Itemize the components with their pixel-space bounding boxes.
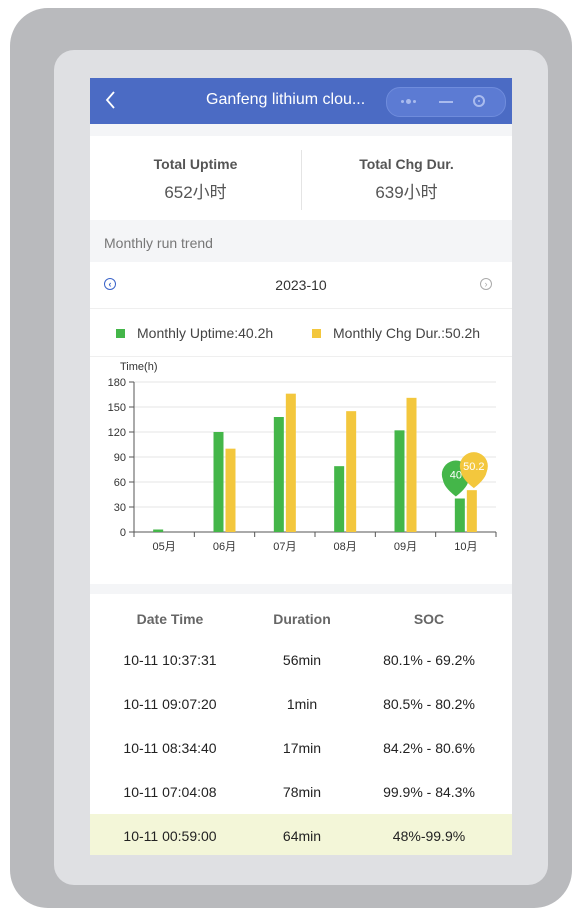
trend-card: ‹ 2023-10 › Monthly Uptime:40.2h Monthly… [90, 262, 512, 584]
cell-duration: 64min [282, 828, 322, 844]
bar-charge [466, 490, 477, 532]
table-row[interactable]: 10-11 10:37:31 56min 80.1% - 69.2% [90, 638, 512, 683]
total-uptime: Total Uptime 652小时 [90, 136, 301, 220]
legend-charge-swatch [312, 329, 321, 338]
legend-uptime-label: Monthly Uptime:40.2h [137, 325, 274, 341]
y-tick-label: 120 [108, 427, 126, 439]
total-uptime-value: 652小时 [164, 183, 227, 202]
x-tick-label: 05月 [153, 541, 176, 553]
records-table: Date Time Duration SOC 10-11 10:37:31 56… [90, 594, 512, 855]
navigation-bar: Ganfeng lithium clou... [90, 78, 512, 124]
y-tick-label: 150 [108, 402, 126, 414]
table-row-highlighted[interactable]: 10-11 00:59:00 64min 48%-99.9% [90, 814, 512, 855]
table-row[interactable]: 10-11 08:34:40 17min 84.2% - 80.6% [90, 726, 512, 771]
cell-date-time: 10-11 07:04:08 [123, 784, 217, 800]
app-screen: Ganfeng lithium clou... Total Uptime 652… [90, 78, 512, 855]
table-header: Date Time Duration SOC [90, 594, 512, 639]
cell-soc: 48%-99.9% [392, 828, 466, 844]
y-tick-label: 90 [114, 452, 126, 464]
y-tick-label: 60 [114, 477, 126, 489]
x-tick-label: 08月 [334, 541, 357, 553]
y-axis-label: Time(h) [120, 361, 157, 373]
legend-charge-label: Monthly Chg Dur.:50.2h [333, 325, 481, 341]
bar-charge [225, 448, 236, 532]
header-duration: Duration [273, 611, 331, 627]
cell-date-time: 10-11 09:07:20 [123, 696, 217, 712]
cell-soc: 80.5% - 80.2% [383, 696, 475, 712]
bar-uptime [454, 498, 465, 532]
month-label: 2023-10 [275, 277, 327, 293]
cell-soc: 80.1% - 69.2% [383, 652, 475, 668]
cell-soc: 99.9% - 84.3% [383, 784, 475, 800]
bar-uptime [334, 466, 345, 532]
total-uptime-label: Total Uptime [153, 156, 238, 172]
section-title: Monthly run trend [104, 235, 213, 251]
total-charge-duration: Total Chg Dur. 639小时 [301, 136, 512, 220]
x-tick-label: 07月 [273, 541, 296, 553]
cell-duration: 17min [282, 740, 322, 756]
bar-uptime [273, 417, 284, 532]
cell-date-time: 10-11 10:37:31 [123, 652, 217, 668]
cell-duration: 1min [286, 696, 318, 712]
y-tick-label: 0 [120, 527, 126, 539]
bar-uptime [394, 430, 405, 532]
bar-uptime [153, 529, 164, 532]
y-tick-label: 30 [114, 502, 126, 514]
cell-duration: 56min [282, 652, 322, 668]
mini-program-capsule [386, 87, 506, 117]
next-month-icon[interactable]: › [480, 278, 492, 290]
cell-date-time: 10-11 00:59:00 [123, 828, 217, 844]
minimize-icon[interactable] [439, 101, 453, 103]
bar-uptime [213, 432, 224, 532]
header-soc: SOC [413, 611, 445, 627]
totals-card: Total Uptime 652小时 Total Chg Dur. 639小时 [90, 136, 512, 220]
more-icon[interactable] [401, 99, 421, 104]
total-charge-value: 639小时 [375, 183, 438, 202]
bar-charge [285, 393, 296, 532]
bubble-uptime-label: 40 [450, 470, 462, 482]
monthly-bar-chart: Time(h) 0 30 60 90 120 150 180 05月 06月 07月 08月 09月 10… [108, 361, 497, 553]
legend-uptime-swatch [116, 329, 125, 338]
month-selector: ‹ 2023-10 › [90, 262, 512, 309]
bar-charge [406, 397, 417, 532]
x-tick-label: 10月 [454, 541, 477, 553]
bubble-charge-label: 50.2 [463, 461, 484, 473]
close-icon[interactable] [473, 95, 485, 107]
cell-soc: 84.2% - 80.6% [383, 740, 475, 756]
legend-uptime[interactable]: Monthly Uptime:40.2h [116, 325, 273, 341]
page-title: Ganfeng lithium clou... [206, 91, 366, 108]
total-charge-label: Total Chg Dur. [359, 156, 454, 172]
bar-charge [346, 411, 357, 532]
section-header: Monthly run trend [90, 220, 512, 262]
x-tick-label: 06月 [213, 541, 236, 553]
cell-duration: 78min [282, 784, 322, 800]
table-row[interactable]: 10-11 09:07:20 1min 80.5% - 80.2% [90, 682, 512, 727]
cell-date-time: 10-11 08:34:40 [123, 740, 217, 756]
y-tick-label: 180 [108, 377, 126, 389]
header-date-time: Date Time [136, 611, 204, 627]
chart-legend: Monthly Uptime:40.2h Monthly Chg Dur.:50… [90, 308, 512, 357]
chevron-left-icon[interactable] [104, 89, 128, 113]
legend-charge[interactable]: Monthly Chg Dur.:50.2h [312, 325, 480, 341]
table-row[interactable]: 10-11 07:04:08 78min 99.9% - 84.3% [90, 770, 512, 815]
x-tick-label: 09月 [394, 541, 417, 553]
